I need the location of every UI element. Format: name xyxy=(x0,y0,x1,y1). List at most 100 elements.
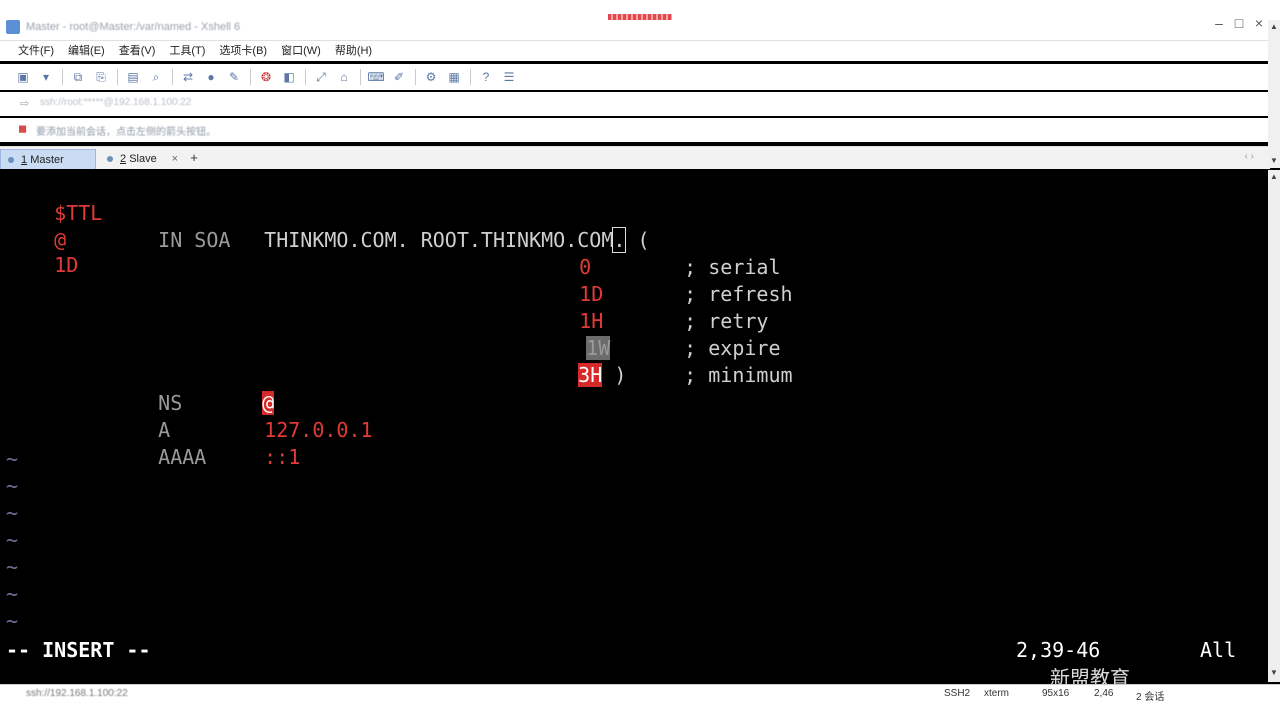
empty-line-marker: ~ xyxy=(6,609,19,633)
close-tab-icon[interactable]: × xyxy=(172,149,178,169)
record-value-aaaa: ::1 xyxy=(264,445,301,469)
session-hint-text: 要添加当前会话，点击左侧的箭头按钮。 xyxy=(36,127,216,138)
terminal-line: 1D xyxy=(531,255,603,306)
soa-close-paren: ) xyxy=(614,363,627,387)
menu-help[interactable]: 帮助(H) xyxy=(335,41,372,61)
maximize-icon[interactable]: □ xyxy=(1232,16,1246,30)
lock-icon[interactable]: ⌂ xyxy=(335,68,353,86)
help-icon[interactable]: ? xyxy=(477,68,495,86)
address-bar[interactable]: ⇨ ssh://root:*****@192.168.1.100:22 xyxy=(0,92,1270,116)
add-tab-icon[interactable]: + xyxy=(186,150,202,166)
terminal-screen[interactable]: $TTL 1D @ IN SOA THINKMO.COM. ROOT.THINK… xyxy=(0,170,1268,682)
terminal-line: ::1 xyxy=(216,418,300,469)
menu-view[interactable]: 查看(V) xyxy=(119,41,156,61)
soa-origin: @ xyxy=(54,228,67,252)
properties-icon[interactable]: ▤ xyxy=(124,68,142,86)
terminal-line: ; serial xyxy=(636,228,780,279)
status-window-size: 95x16 xyxy=(1042,688,1070,699)
menu-tools[interactable]: 工具(T) xyxy=(169,41,205,61)
tab-master[interactable]: 1 Master xyxy=(0,149,96,169)
empty-line-marker: ~ xyxy=(6,528,19,552)
scroll-down-icon[interactable]: ▼ xyxy=(1269,668,1279,678)
menu-file[interactable]: 文件(F) xyxy=(18,41,54,61)
menu-tabs[interactable]: 选项卡(B) xyxy=(219,41,267,61)
toolbar: ▣ ▾ ⧉ ⎘ ▤ ⌕ ⇄ ● ✎ ❂ ◧ ⤢ ⌂ ⌨ ✐ ⚙ ▦ ? ☰ xyxy=(0,64,1280,90)
terminal-scrollbar[interactable]: ▲ ▼ xyxy=(1268,170,1280,682)
menu-window[interactable]: 窗口(W) xyxy=(281,41,321,61)
tab-status-icon xyxy=(8,157,14,163)
title-bar: Master - root@Master:/var/named - Xshell… xyxy=(0,0,1280,41)
terminal-line: $TTL 1D xyxy=(6,174,102,277)
vim-mode-indicator: -- INSERT -- xyxy=(6,638,151,662)
terminal-line: ; refresh xyxy=(636,255,792,306)
open-icon[interactable]: ▾ xyxy=(37,68,55,86)
scroll-down-icon[interactable]: ▼ xyxy=(1269,156,1279,166)
tab-number: 2 xyxy=(120,153,127,165)
terminal-line: ; retry xyxy=(636,282,768,333)
record-type-aaaa: AAAA xyxy=(158,445,207,469)
address-arrow-icon[interactable]: ⇨ xyxy=(20,97,29,110)
empty-line-marker: ~ xyxy=(6,474,19,498)
terminal-line: ; minimum xyxy=(636,336,792,387)
status-connection: ssh://192.168.1.100:22 xyxy=(26,688,128,699)
paste-icon[interactable]: ⎘ xyxy=(92,68,110,86)
terminal-line: @ xyxy=(6,201,66,252)
terminal-line: 1W xyxy=(538,309,611,360)
close-icon[interactable]: × xyxy=(1252,16,1266,30)
toolbar-divider xyxy=(415,69,416,85)
script-icon[interactable]: ✎ xyxy=(225,68,243,86)
soa-primary-ns: THINKMO.COM xyxy=(264,228,397,252)
terminal-line: 127.0.0.1 xyxy=(216,391,372,442)
status-sessions: 2 会话 xyxy=(1136,692,1165,703)
new-session-icon[interactable]: ▣ xyxy=(14,68,32,86)
fullscreen-icon[interactable]: ⤢ xyxy=(312,68,330,86)
tab-scroll-icons[interactable]: ‹ › xyxy=(1245,151,1254,162)
minimize-icon[interactable]: – xyxy=(1212,16,1226,30)
vim-cursor-position: 2,39-46 xyxy=(1016,638,1101,662)
compose-icon[interactable]: ✐ xyxy=(390,68,408,86)
bookmark-icon[interactable]: ◼ xyxy=(18,123,30,135)
terminal-line: NS xyxy=(110,364,182,415)
toolbar-divider xyxy=(250,69,251,85)
find-icon[interactable]: ⌕ xyxy=(147,68,165,86)
terminal-line: IN SOA xyxy=(110,201,230,252)
xftp-icon[interactable]: ❂ xyxy=(257,68,275,86)
scroll-up-icon[interactable]: ▲ xyxy=(1269,172,1279,182)
soa-minimum-comment: ; minimum xyxy=(684,363,793,387)
toolbar-divider xyxy=(360,69,361,85)
scroll-up-icon[interactable]: ▲ xyxy=(1269,22,1279,32)
address-text: ssh://root:*****@192.168.1.100:22 xyxy=(40,97,192,108)
tab-number: 1 xyxy=(21,154,28,166)
tab-label: Master xyxy=(30,154,64,166)
tab-slave[interactable]: 2 Slave × xyxy=(100,149,184,169)
chat-icon[interactable]: ☰ xyxy=(500,68,518,86)
empty-line-marker: ~ xyxy=(6,555,19,579)
xmanager-icon[interactable]: ◧ xyxy=(280,68,298,86)
terminal-line: THINKMO.COM. ROOT.THINKMO.COM. ( xyxy=(264,227,650,253)
settings-icon[interactable]: ⚙ xyxy=(422,68,440,86)
keyboard-icon[interactable]: ⌨ xyxy=(367,68,385,86)
terminal-line: A xyxy=(110,391,170,442)
tab-status-icon xyxy=(107,156,113,162)
panel-scrollbar[interactable]: ▲ ▼ xyxy=(1268,20,1280,168)
layout-icon[interactable]: ▦ xyxy=(445,68,463,86)
toolbar-divider xyxy=(62,69,63,85)
terminal-line: 0 xyxy=(531,228,591,279)
toolbar-divider xyxy=(172,69,173,85)
toolbar-divider xyxy=(117,69,118,85)
menu-edit[interactable]: 编辑(E) xyxy=(68,41,105,61)
status-protocol: SSH2 xyxy=(944,688,971,699)
window-controls: – □ × xyxy=(1212,16,1266,34)
transfer-icon[interactable]: ⇄ xyxy=(179,68,197,86)
toolbar-divider xyxy=(470,69,471,85)
title-drag-indicator[interactable] xyxy=(608,14,672,20)
ttl-value: 1D xyxy=(54,253,79,277)
session-hint-bar: ◼ 要添加当前会话，点击左侧的箭头按钮。 xyxy=(0,118,1270,142)
copy-icon[interactable]: ⧉ xyxy=(69,68,87,86)
tab-label: Slave xyxy=(129,153,157,165)
globe-icon[interactable]: ● xyxy=(202,68,220,86)
status-bar: ssh://192.168.1.100:22 SSH2 xterm 95x16 … xyxy=(0,684,1280,721)
empty-line-marker: ~ xyxy=(6,582,19,606)
terminal-line: ; expire xyxy=(636,309,780,360)
terminal-line: @ xyxy=(214,364,275,415)
